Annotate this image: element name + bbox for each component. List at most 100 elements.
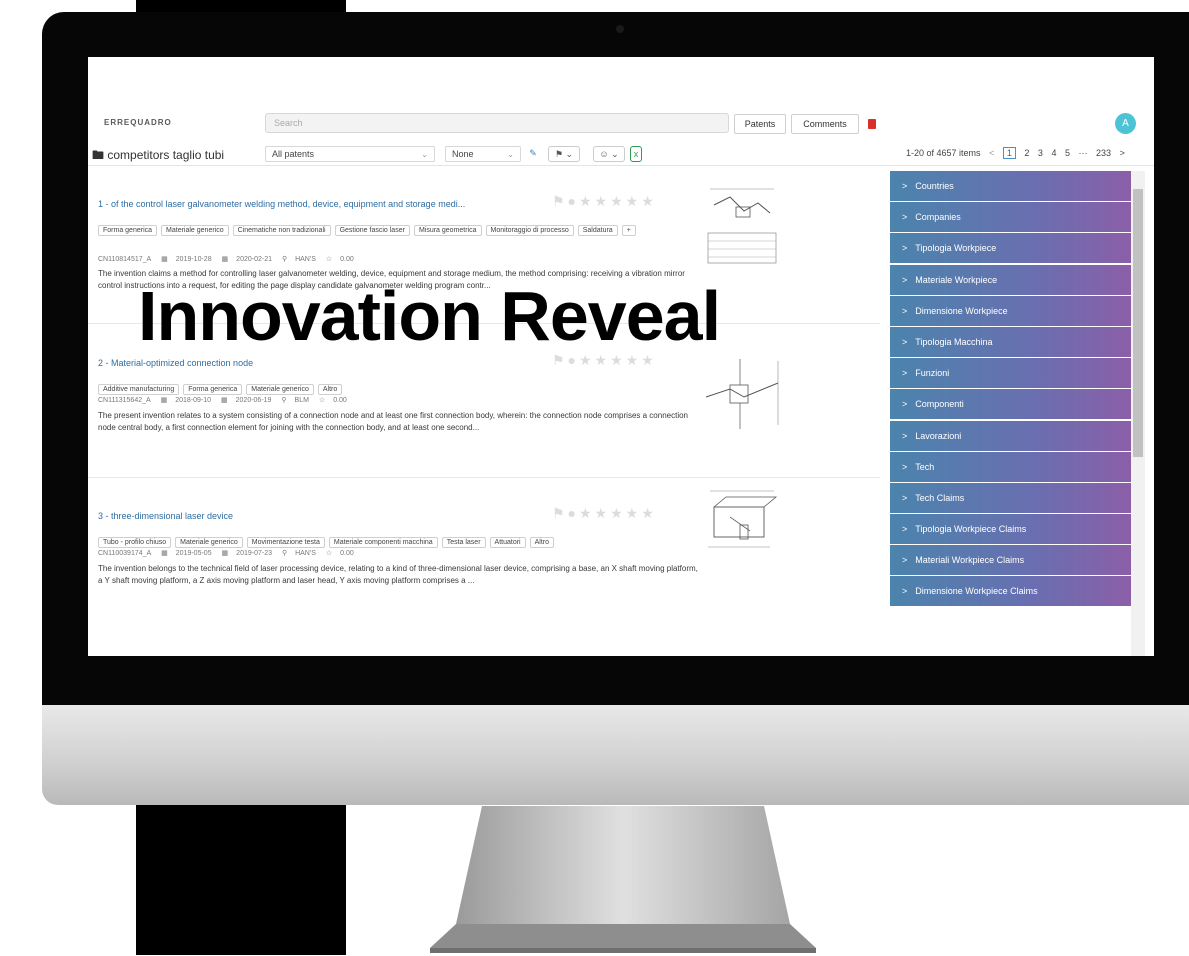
patent-drawing-image[interactable]: [700, 353, 784, 435]
pagination-page-3[interactable]: 3: [1038, 148, 1043, 158]
facet-label: Tipologia Workpiece Claims: [915, 524, 1027, 535]
tag[interactable]: Monitoraggio di processo: [485, 225, 574, 236]
rating-stars[interactable]: ⚑●★★★★★: [552, 505, 657, 522]
facet-dimensione-workpiece[interactable]: > Dimensione Workpiece: [890, 295, 1131, 326]
facet-label: Lavorazioni: [915, 430, 962, 441]
pagination-page-4[interactable]: 4: [1051, 148, 1056, 158]
facet-label: Countries: [915, 181, 954, 191]
facet-label: Componenti: [915, 399, 964, 410]
facet-tech-claims[interactable]: > Tech Claims: [890, 482, 1131, 513]
facet-label: Dimensione Workpiece: [915, 305, 1008, 316]
pagination-page-2[interactable]: 2: [1024, 148, 1029, 158]
rating-stars[interactable]: ⚑●★★★★★: [552, 193, 657, 210]
sidebar-scrollbar[interactable]: [1131, 171, 1145, 656]
pagination-page-1[interactable]: 1: [1002, 147, 1016, 159]
patent-title[interactable]: 3 - three-dimensional laser device: [98, 511, 233, 521]
pagination-summary: 1-20 of 4657 items: [906, 148, 981, 158]
tag[interactable]: Additive manufacturing: [98, 384, 180, 395]
patent-number[interactable]: CN110039174_A: [98, 550, 151, 557]
tag[interactable]: Testa laser: [441, 537, 486, 548]
tag[interactable]: Forma generica: [183, 384, 243, 395]
patent-number[interactable]: CN110814517_A: [98, 256, 151, 263]
patents-button[interactable]: Patents: [734, 114, 786, 134]
patent-drawing-image[interactable]: [700, 487, 784, 569]
pdf-export-icon[interactable]: [868, 119, 876, 129]
avatar[interactable]: A: [1115, 113, 1136, 134]
star-icon: ☆: [325, 256, 333, 263]
calendar-icon: ▦: [221, 397, 228, 404]
facet-dimensione-workpiece-claims[interactable]: > Dimensione Workpiece Claims: [890, 576, 1131, 607]
facet-componenti[interactable]: > Componenti: [890, 389, 1131, 420]
pagination-page-5[interactable]: 5: [1065, 148, 1070, 158]
facet-tipologia-macchina[interactable]: > Tipologia Macchina: [890, 326, 1131, 357]
flag-filter-button[interactable]: ⚑ ⌄: [548, 146, 580, 162]
overlay-headline: Innovation Reveal: [138, 277, 721, 355]
filing-date: 2018-09-10: [175, 397, 212, 404]
patent-card: 3 - three-dimensional laser device ⚑●★★★…: [88, 477, 880, 656]
list-toolbar: 🖿 competitors taglio tubi All patents ⌄ …: [88, 143, 1154, 166]
add-tag-button[interactable]: +: [621, 225, 636, 236]
calendar-icon: ▦: [161, 256, 168, 263]
tag[interactable]: Movimentazione testa: [246, 537, 325, 548]
background-bar-bottom: [136, 805, 346, 955]
patent-meta: CN110814517_A ▦ 2019-10-28 ▦ 2020-02-21 ⚲ H…: [98, 255, 362, 263]
tag[interactable]: Materiale componenti macchina: [328, 537, 438, 548]
tag[interactable]: Misura geometrica: [413, 225, 482, 236]
publication-date: 2019-07-23: [236, 550, 272, 557]
publication-date: 2020-02-21: [236, 256, 272, 263]
tag[interactable]: Gestione fascio laser: [334, 225, 410, 236]
tag[interactable]: Materiale generico: [246, 384, 314, 395]
facet-materiali-workpiece-claims[interactable]: > Materiali Workpiece Claims: [890, 545, 1131, 576]
comment-filter-button[interactable]: ☺ ⌄: [593, 146, 625, 162]
excel-export-icon[interactable]: x: [630, 146, 642, 162]
pagination-next[interactable]: >: [1120, 148, 1125, 158]
star-icon: ☆: [325, 550, 333, 557]
chevron-right-icon: >: [902, 524, 908, 535]
chevron-right-icon: >: [902, 368, 908, 379]
facet-companies[interactable]: > Companies: [890, 202, 1131, 233]
tag[interactable]: Altro: [317, 384, 343, 395]
tag-list: Additive manufacturing Forma generica Mate…: [98, 378, 658, 398]
edit-icon[interactable]: ✎: [526, 146, 540, 162]
sort-select[interactable]: None ⌄: [445, 146, 521, 162]
patent-title[interactable]: 2 - Material-optimized connection node: [98, 358, 253, 368]
chevron-right-icon: >: [902, 492, 908, 503]
facet-lavorazioni[interactable]: > Lavorazioni: [890, 420, 1131, 451]
tag[interactable]: Saldatura: [577, 225, 618, 236]
monitor-chin: [42, 705, 1189, 805]
pagination-ellipsis[interactable]: ···: [1079, 148, 1088, 158]
patent-abstract: The present invention relates to a syste…: [98, 411, 688, 432]
filter-select[interactable]: All patents ⌄: [265, 146, 435, 162]
app-screen: ERREQUADRO Search Patents Comments A 🖿 c…: [88, 57, 1154, 656]
comments-button[interactable]: Comments: [791, 114, 859, 134]
tag[interactable]: Tubo - profilo chiuso: [98, 537, 172, 548]
pagination-prev[interactable]: <: [989, 148, 994, 158]
chevron-down-icon: ⌄: [507, 150, 514, 159]
tag[interactable]: Materiale generico: [161, 225, 229, 236]
search-input[interactable]: Search: [265, 113, 729, 133]
scrollbar-thumb[interactable]: [1133, 189, 1143, 457]
filter-select-value: All patents: [272, 149, 315, 159]
patent-title[interactable]: 1 - of the control laser galvanometer we…: [98, 199, 465, 209]
facet-tipologia-workpiece[interactable]: > Tipologia Workpiece: [890, 233, 1131, 264]
facet-countries[interactable]: > Countries: [890, 171, 1131, 201]
pagination-page-last[interactable]: 233: [1096, 148, 1111, 158]
patent-number[interactable]: CN111315642_A: [98, 397, 151, 404]
facet-materiale-workpiece[interactable]: > Materiale Workpiece: [890, 264, 1131, 295]
tag[interactable]: Altro: [529, 537, 555, 548]
facet-tech[interactable]: > Tech: [890, 451, 1131, 482]
chevron-right-icon: >: [902, 181, 908, 191]
facet-funzioni[interactable]: > Funzioni: [890, 358, 1131, 389]
tag[interactable]: Attuatori: [489, 537, 526, 548]
tag[interactable]: Materiale generico: [175, 537, 243, 548]
owner-name: HAN'S: [295, 256, 316, 263]
tag[interactable]: Forma generica: [98, 225, 158, 236]
star-icon: ☆: [318, 397, 326, 404]
app-logo: ERREQUADRO: [104, 118, 172, 127]
chevron-right-icon: >: [902, 461, 908, 472]
tag[interactable]: Cinematiche non tradizionali: [232, 225, 331, 236]
facet-tipologia-workpiece-claims[interactable]: > Tipologia Workpiece Claims: [890, 514, 1131, 545]
calendar-icon: ▦: [221, 550, 229, 557]
patent-drawing-image[interactable]: [700, 185, 784, 267]
facet-label: Tech Claims: [915, 492, 965, 503]
